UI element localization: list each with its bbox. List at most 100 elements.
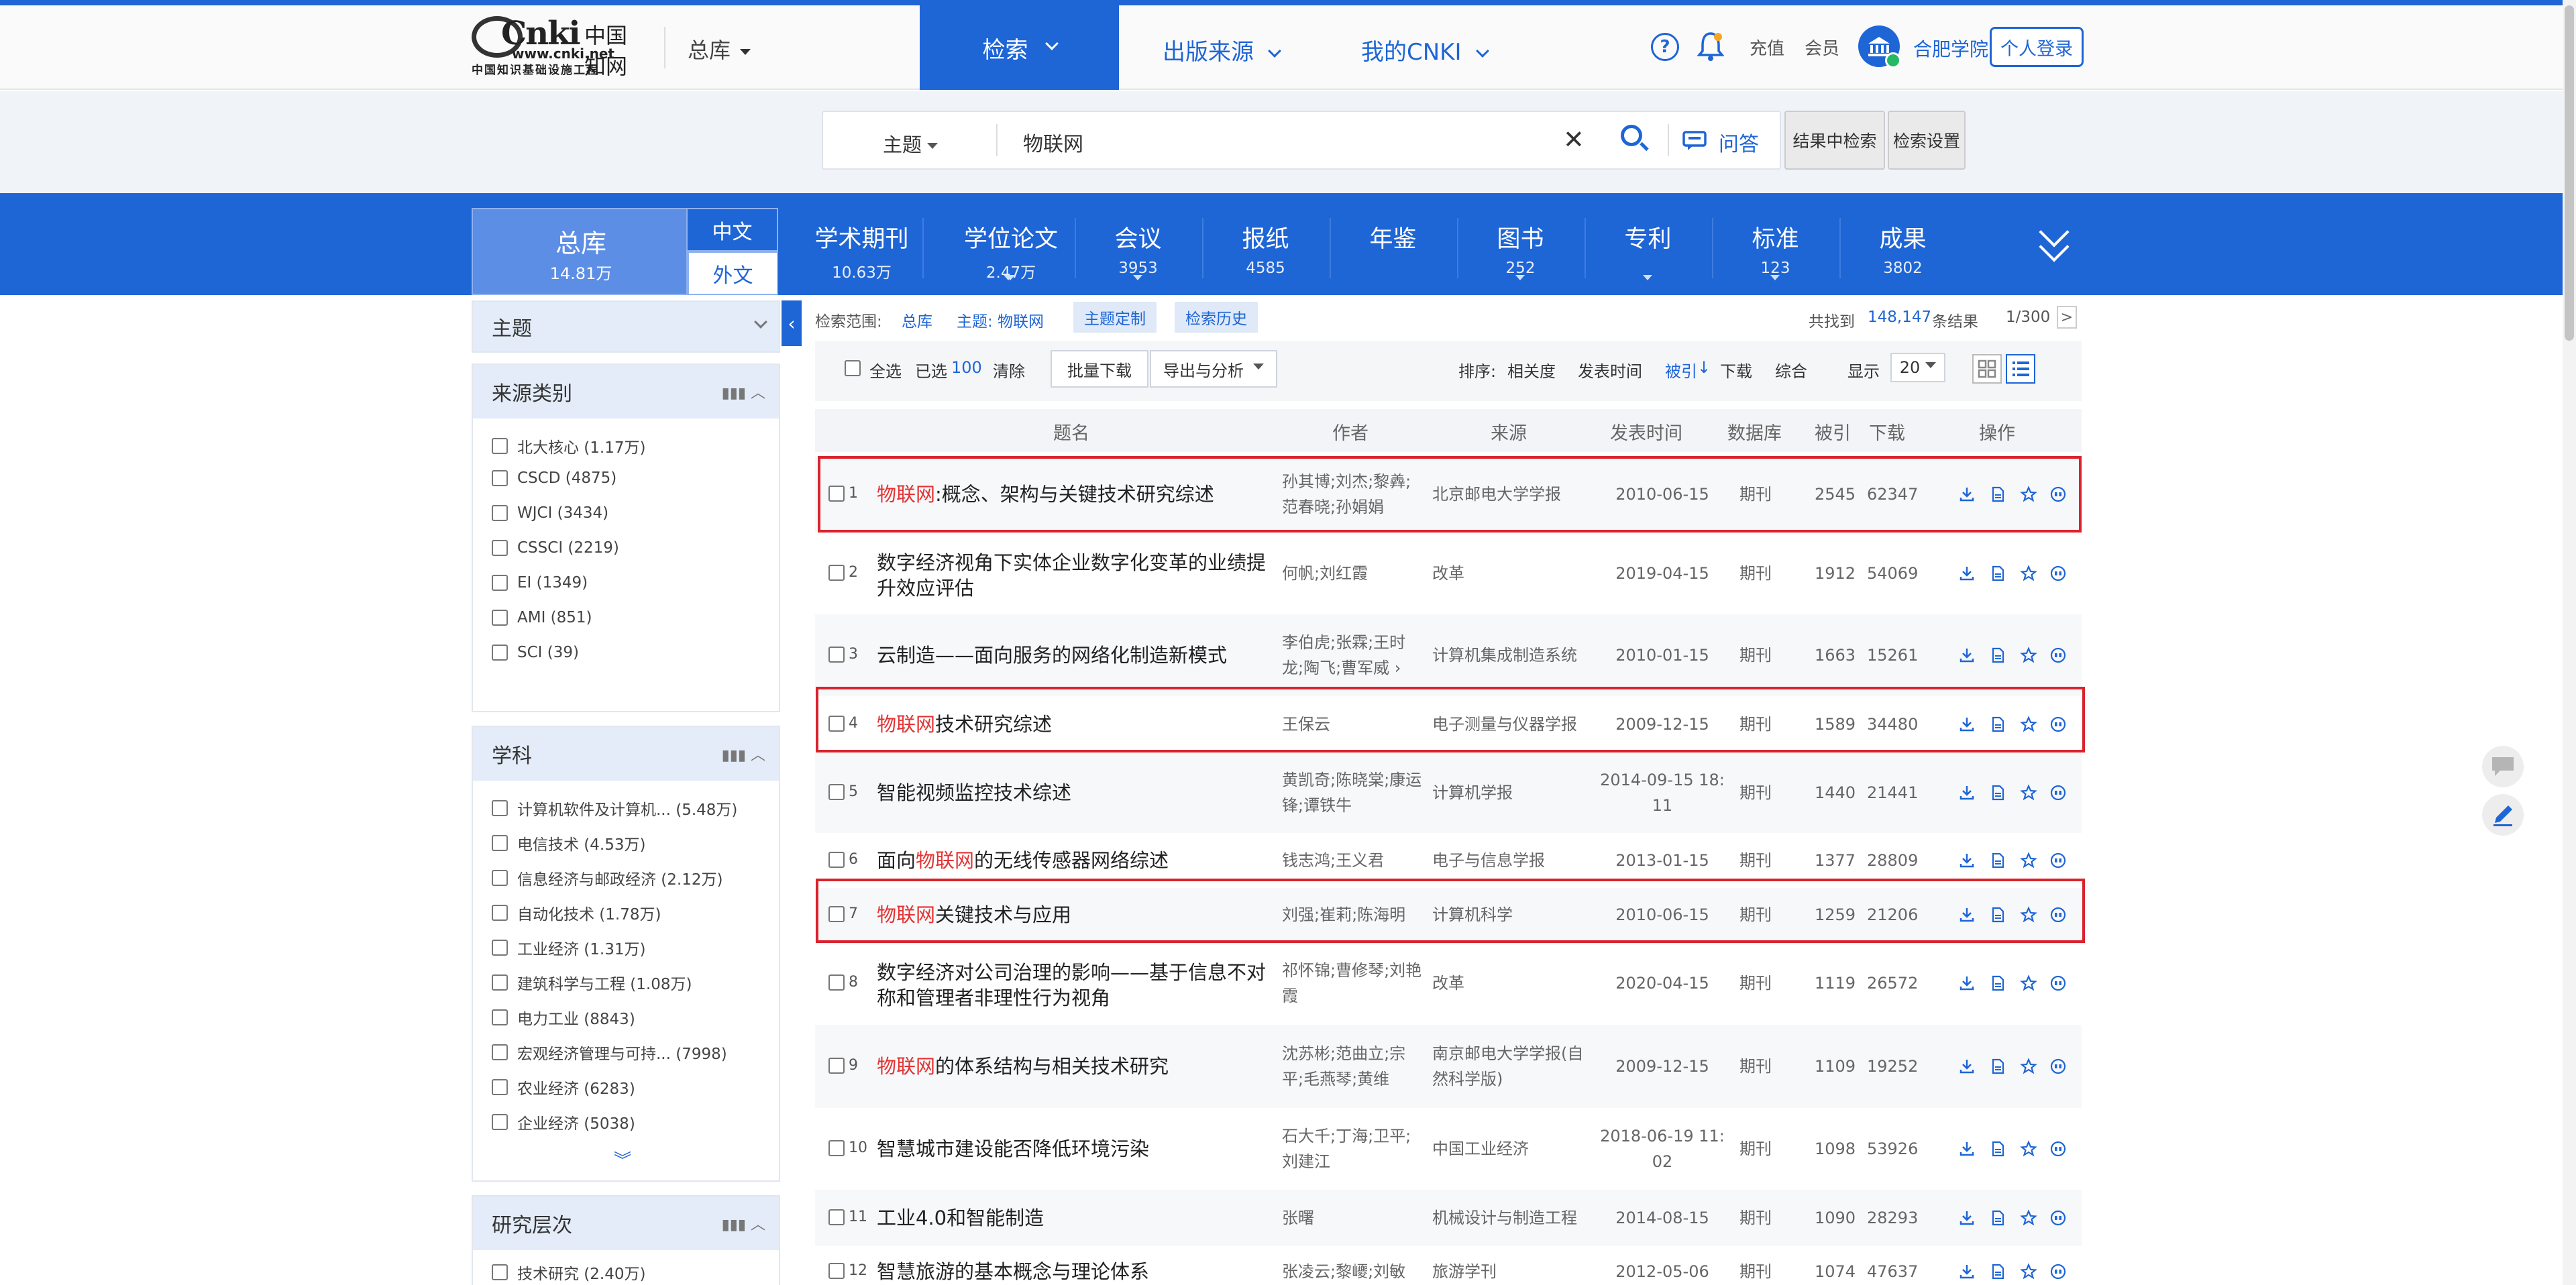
tab-theses[interactable]: 学位论文 2.47万	[947, 201, 1075, 282]
collapse-sidebar-icon[interactable]: ‹	[782, 300, 802, 346]
quote-icon[interactable]	[2049, 851, 2068, 870]
quote-icon[interactable]	[2049, 974, 2068, 993]
author-link[interactable]: 刘建江	[1282, 1150, 1330, 1173]
filter-option[interactable]: 北大核心 (1.17万)	[492, 435, 645, 457]
source-link[interactable]: 改革	[1432, 562, 1464, 585]
star-icon[interactable]	[2019, 646, 2038, 665]
checkbox[interactable]	[828, 1262, 845, 1279]
author-link[interactable]: 沈苏彬;范曲立;宗	[1282, 1042, 1405, 1065]
row-select[interactable]: 5	[828, 783, 858, 800]
quote-icon[interactable]	[2049, 646, 2068, 665]
read-icon[interactable]	[1988, 974, 2007, 993]
quote-icon[interactable]	[2049, 1209, 2068, 1227]
row-select[interactable]: 9	[828, 1057, 858, 1074]
filter-option[interactable]: 技术研究 (2.40万)	[492, 1261, 645, 1284]
source-link[interactable]: 计算机学报	[1432, 781, 1513, 804]
qa-button[interactable]: 问答	[1719, 127, 1759, 157]
read-icon[interactable]	[1988, 851, 2007, 870]
cited-count[interactable]: 1098	[1815, 1137, 1856, 1160]
checkbox[interactable]	[492, 470, 508, 486]
db-selector[interactable]: 总库	[688, 34, 751, 64]
scope-db-link[interactable]: 总库	[902, 309, 932, 331]
checkbox[interactable]	[492, 1264, 508, 1280]
grid-view-icon[interactable]	[1972, 354, 2002, 384]
nav-search[interactable]: 检索	[920, 5, 1119, 90]
checkbox[interactable]	[828, 974, 845, 991]
result-title-link[interactable]: 智能视频监控技术综述	[877, 779, 1071, 806]
author-link[interactable]: 霞	[1282, 985, 1298, 1007]
checkbox[interactable]	[492, 1079, 508, 1095]
show-more-icon[interactable]: ︾	[614, 1147, 631, 1172]
filter-option[interactable]: EI (1349)	[492, 574, 588, 592]
nav-publication-source[interactable]: 出版来源	[1163, 34, 1281, 66]
row-select[interactable]: 3	[828, 646, 858, 663]
recharge-link[interactable]: 充值	[1750, 35, 1784, 60]
checkbox[interactable]	[492, 438, 508, 454]
export-analysis-button[interactable]: 导出与分析	[1150, 350, 1277, 388]
topic-custom-tag[interactable]: 主题定制	[1073, 302, 1157, 333]
checkbox[interactable]	[492, 645, 508, 661]
filter-option[interactable]: WJCI (3434)	[492, 504, 608, 522]
result-title-link[interactable]: 工业4.0和智能制造	[877, 1205, 1044, 1231]
result-title-link[interactable]: 数字经济视角下实体企业数字化变革的业绩提	[877, 549, 1266, 576]
checkbox[interactable]	[828, 783, 845, 800]
filter-option[interactable]: 农业经济 (6283)	[492, 1076, 635, 1099]
filter-option[interactable]: CSCD (4875)	[492, 469, 616, 487]
star-icon[interactable]	[2019, 1057, 2038, 1076]
filter-option[interactable]: 计算机软件及计算机... (5.48万)	[492, 797, 737, 820]
filter-option[interactable]: AMI (851)	[492, 609, 592, 626]
tab-newspapers[interactable]: 报纸 4585	[1203, 201, 1328, 277]
filter-option[interactable]: 自动化技术 (1.78万)	[492, 901, 661, 924]
star-icon[interactable]	[2019, 564, 2038, 583]
quote-icon[interactable]	[2049, 783, 2068, 802]
author-link[interactable]: 龙;陶飞;曹军威 ›	[1282, 657, 1401, 679]
sort-relevance[interactable]: 相关度	[1507, 358, 1556, 382]
result-title-link[interactable]: 升效应评估	[877, 575, 974, 602]
member-link[interactable]: 会员	[1805, 35, 1839, 60]
filter-option[interactable]: 电信技术 (4.53万)	[492, 832, 645, 854]
filter-option[interactable]: 信息经济与邮政经济 (2.12万)	[492, 867, 722, 889]
author-link[interactable]: 平;毛燕琴;黄维	[1282, 1068, 1389, 1091]
search-field-select[interactable]: 主题	[883, 129, 938, 158]
sort-downloads[interactable]: 下载	[1720, 358, 1752, 382]
author-link[interactable]: 何帆;刘红霞	[1282, 562, 1368, 585]
read-icon[interactable]	[1988, 1139, 2007, 1158]
sort-date[interactable]: 发表时间	[1578, 358, 1642, 382]
clear-selection-button[interactable]: 清除	[993, 358, 1025, 382]
checkbox[interactable]	[492, 1044, 508, 1060]
download-icon[interactable]	[1957, 1262, 1976, 1281]
select-all-label[interactable]: 全选	[869, 358, 902, 382]
result-title-link[interactable]: 称和管理者非理性行为视角	[877, 985, 1110, 1011]
read-icon[interactable]	[1988, 646, 2007, 665]
row-select[interactable]: 12	[828, 1262, 867, 1279]
download-icon[interactable]	[1957, 1057, 1976, 1076]
filter-option[interactable]: 宏观经济管理与可持... (7998)	[492, 1041, 727, 1064]
checkbox[interactable]	[828, 564, 845, 581]
author-link[interactable]: 钱志鸿;王义君	[1282, 849, 1384, 872]
tab-patents[interactable]: 专利	[1586, 201, 1710, 260]
result-title-link[interactable]: 智慧旅游的基本概念与理论体系	[877, 1258, 1149, 1285]
source-link[interactable]: 中国工业经济	[1432, 1137, 1529, 1160]
expand-tabs-icon[interactable]	[2038, 217, 2072, 262]
checkbox[interactable]	[828, 646, 845, 663]
row-select[interactable]: 11	[828, 1209, 867, 1225]
sort-cited[interactable]: 被引	[1665, 358, 1697, 382]
quote-icon[interactable]	[2049, 564, 2068, 583]
tab-journals[interactable]: 学术期刊 10.63万	[800, 201, 924, 282]
author-link[interactable]: 石大千;丁海;卫平;	[1282, 1125, 1411, 1148]
page-size-select[interactable]: 20	[1890, 353, 1945, 382]
help-icon[interactable]: ?	[1651, 33, 1679, 61]
scrollbar-thumb[interactable]	[2565, 5, 2574, 341]
read-icon[interactable]	[1988, 1262, 2007, 1281]
search-icon[interactable]	[1621, 125, 1649, 153]
tab-standards[interactable]: 标准 123	[1713, 201, 1837, 277]
batch-download-button[interactable]: 批量下载	[1051, 350, 1148, 388]
filter-option[interactable]: 建筑科学与工程 (1.08万)	[492, 971, 692, 994]
star-icon[interactable]	[2019, 1209, 2038, 1227]
cited-count[interactable]: 1109	[1815, 1055, 1856, 1078]
cited-count[interactable]: 1377	[1815, 849, 1856, 872]
download-icon[interactable]	[1957, 564, 1976, 583]
author-link[interactable]: 张曙	[1282, 1207, 1314, 1229]
search-history-tag[interactable]: 检索历史	[1175, 302, 1258, 333]
source-link[interactable]: 南京邮电大学学报(自	[1432, 1042, 1583, 1065]
